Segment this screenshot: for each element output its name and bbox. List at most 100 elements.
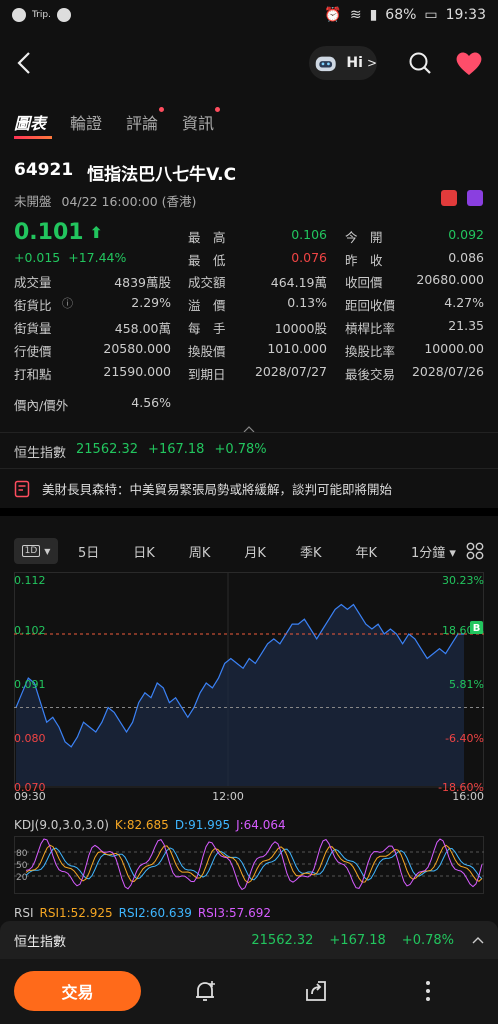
kdj-frame <box>14 836 484 894</box>
hi-chevron: > <box>366 56 377 70</box>
period-dropdown[interactable]: 1D ▼ <box>14 538 58 564</box>
x-axis-label: 12:00 <box>212 790 244 802</box>
market-status-row: 未開盤 04/22 16:00:00 (香港) <box>14 191 196 210</box>
y-axis-label-right: -6.40% <box>445 732 484 745</box>
stat-value-volume: 4839萬股 <box>114 275 171 290</box>
more-vertical-icon[interactable] <box>424 979 432 1003</box>
wifi-icon: ≋ <box>349 7 362 23</box>
price-chart[interactable]: 0.1120.1020.0910.0800.07030.23%18.60%5.8… <box>14 572 484 802</box>
tab-warrants[interactable]: 輪證 <box>70 110 102 136</box>
period-option[interactable]: 日K <box>133 542 155 561</box>
kdj-j: J:64.064 <box>236 818 286 832</box>
hk-flag-icon <box>441 190 457 206</box>
battery-icon: ▭ <box>424 7 438 23</box>
security-code: 64921 <box>14 160 74 180</box>
stat-value-leverage: 21.35 <box>448 318 484 333</box>
stat-value-premium: 0.13% <box>287 295 327 310</box>
period-option[interactable]: 周K <box>189 542 211 561</box>
y-axis-label-left: 0.091 <box>14 678 46 691</box>
stat-value-low: 0.076 <box>291 250 327 265</box>
chart-area <box>16 604 464 786</box>
period-option[interactable]: 1分鐘 ▾ <box>411 542 456 561</box>
stat-label-expiry: 到期日 <box>188 367 226 382</box>
lightning-icon <box>467 190 483 206</box>
robot-icon <box>315 56 336 72</box>
kdj-level-label: 50 <box>16 861 28 871</box>
stat-value-dist-call: 4.27% <box>444 295 484 310</box>
expand-caret-icon[interactable] <box>472 936 484 944</box>
favorite-heart-icon[interactable] <box>454 50 484 76</box>
stat-label-dist-call: 距回收價 <box>345 298 396 313</box>
news-headline[interactable]: 美財長貝森特：中美貿易緊張局勢或將緩解，談判可能即將開始 <box>14 479 392 498</box>
rsi-legend: RSI RSI1:52.925 RSI2:60.639 RSI3:57.692 <box>14 906 272 920</box>
hsi-change: +167.18 <box>148 442 205 457</box>
hsi-bar-change-pct: +0.78% <box>401 932 454 948</box>
grid-layout-icon[interactable] <box>466 542 484 560</box>
stat-label-street-qty: 街貨量 <box>14 321 52 336</box>
kdj-legend: KDJ(9.0,3.0,3.0) K:82.685 D:91.995 J:64.… <box>14 818 286 832</box>
news-icon <box>14 480 30 497</box>
x-axis-label: 09:30 <box>14 790 46 802</box>
hsi-ticker[interactable]: 恒生指數 21562.32 +167.18 +0.78% <box>14 442 267 461</box>
tab-comments[interactable]: 評論 <box>126 107 165 136</box>
status-bar: Trip. ⏰ ≋ ▮ 68% ▭ 19:33 <box>0 0 498 34</box>
stat-value-lot: 10000股 <box>274 321 327 336</box>
stat-value-breakeven: 21590.000 <box>103 364 171 379</box>
buy-marker-label: B <box>473 623 481 634</box>
stat-value-prev: 0.086 <box>448 250 484 265</box>
share-icon[interactable] <box>304 979 328 1003</box>
clock-time: 19:33 <box>445 7 486 23</box>
last-price: 0.101 ⬆ <box>14 220 103 245</box>
alert-bell-icon[interactable] <box>193 979 217 1003</box>
stat-label-open: 今 開 <box>345 230 383 245</box>
stat-label-lot: 每 手 <box>188 321 226 336</box>
stat-label-moneyness: 價內/價外 <box>14 398 69 413</box>
notification-icon <box>56 8 71 22</box>
y-axis-label-left: 0.080 <box>14 732 46 745</box>
tab-chart[interactable]: 圖表 <box>14 110 53 139</box>
stat-value-last-trade: 2028/07/26 <box>411 364 484 379</box>
hsi-floating-bar[interactable]: 恒生指數 21562.32 +167.18 +0.78% <box>0 921 498 959</box>
period-option[interactable]: 季K <box>300 542 322 561</box>
stat-label-leverage: 槓桿比率 <box>345 321 396 336</box>
stat-value-street-ratio: 2.29% <box>131 295 171 310</box>
hsi-bar-name: 恒生指數 <box>14 934 67 950</box>
stat-label-call-price: 收回價 <box>345 275 383 290</box>
stat-value-moneyness: 4.56% <box>131 395 171 410</box>
stat-label-low: 最 低 <box>188 253 226 268</box>
collapse-caret-icon[interactable] <box>243 418 255 433</box>
back-arrow-icon[interactable] <box>14 50 36 76</box>
period-option[interactable]: 5日 <box>78 542 99 561</box>
period-option[interactable]: 年K <box>355 542 377 561</box>
hsi-value: 21562.32 <box>76 442 139 457</box>
period-selector: 1D ▼ 5日 日K 周K 月K 季K 年K 1分鐘 ▾ <box>14 538 484 564</box>
tab-news[interactable]: 資訊 <box>182 107 221 136</box>
trade-button[interactable]: 交易 <box>14 971 141 1011</box>
market-status: 未開盤 <box>14 194 52 209</box>
content-tabs: 圖表 輪證 評論 資訊 <box>14 107 221 139</box>
stat-value-strike: 20580.000 <box>103 341 171 356</box>
y-axis-label-right: 30.23% <box>442 574 484 587</box>
info-icon[interactable]: ⓘ <box>62 295 73 311</box>
rsi-2: RSI2:60.639 <box>118 906 192 920</box>
kdj-level-label: 80 <box>16 849 28 859</box>
rsi-3: RSI3:57.692 <box>197 906 272 920</box>
hsi-name: 恒生指數 <box>14 446 67 461</box>
y-axis-label-left: 0.112 <box>14 574 46 587</box>
stat-value-open: 0.092 <box>448 227 484 242</box>
rsi-1: RSI1:52.925 <box>39 906 113 920</box>
ai-assistant-button[interactable]: Hi > <box>309 46 377 80</box>
hsi-bar-value: 21562.32 <box>251 932 314 948</box>
period-option[interactable]: 月K <box>244 542 266 561</box>
trip-app-icon <box>12 8 26 22</box>
security-title: 64921 恒指法巴八七牛V.C <box>14 160 236 185</box>
bottom-action-bar: 交易 <box>0 959 498 1024</box>
stat-label-breakeven: 打和點 <box>14 367 52 382</box>
status-left-label: Trip. <box>32 10 51 20</box>
stat-label-prev: 昨 收 <box>345 253 383 268</box>
search-icon[interactable] <box>408 51 432 75</box>
stat-label-volume: 成交量 <box>14 275 52 290</box>
hsi-bar-change: +167.18 <box>329 932 386 948</box>
stat-value-high: 0.106 <box>291 227 327 242</box>
y-axis-label-right: 5.81% <box>449 678 484 691</box>
